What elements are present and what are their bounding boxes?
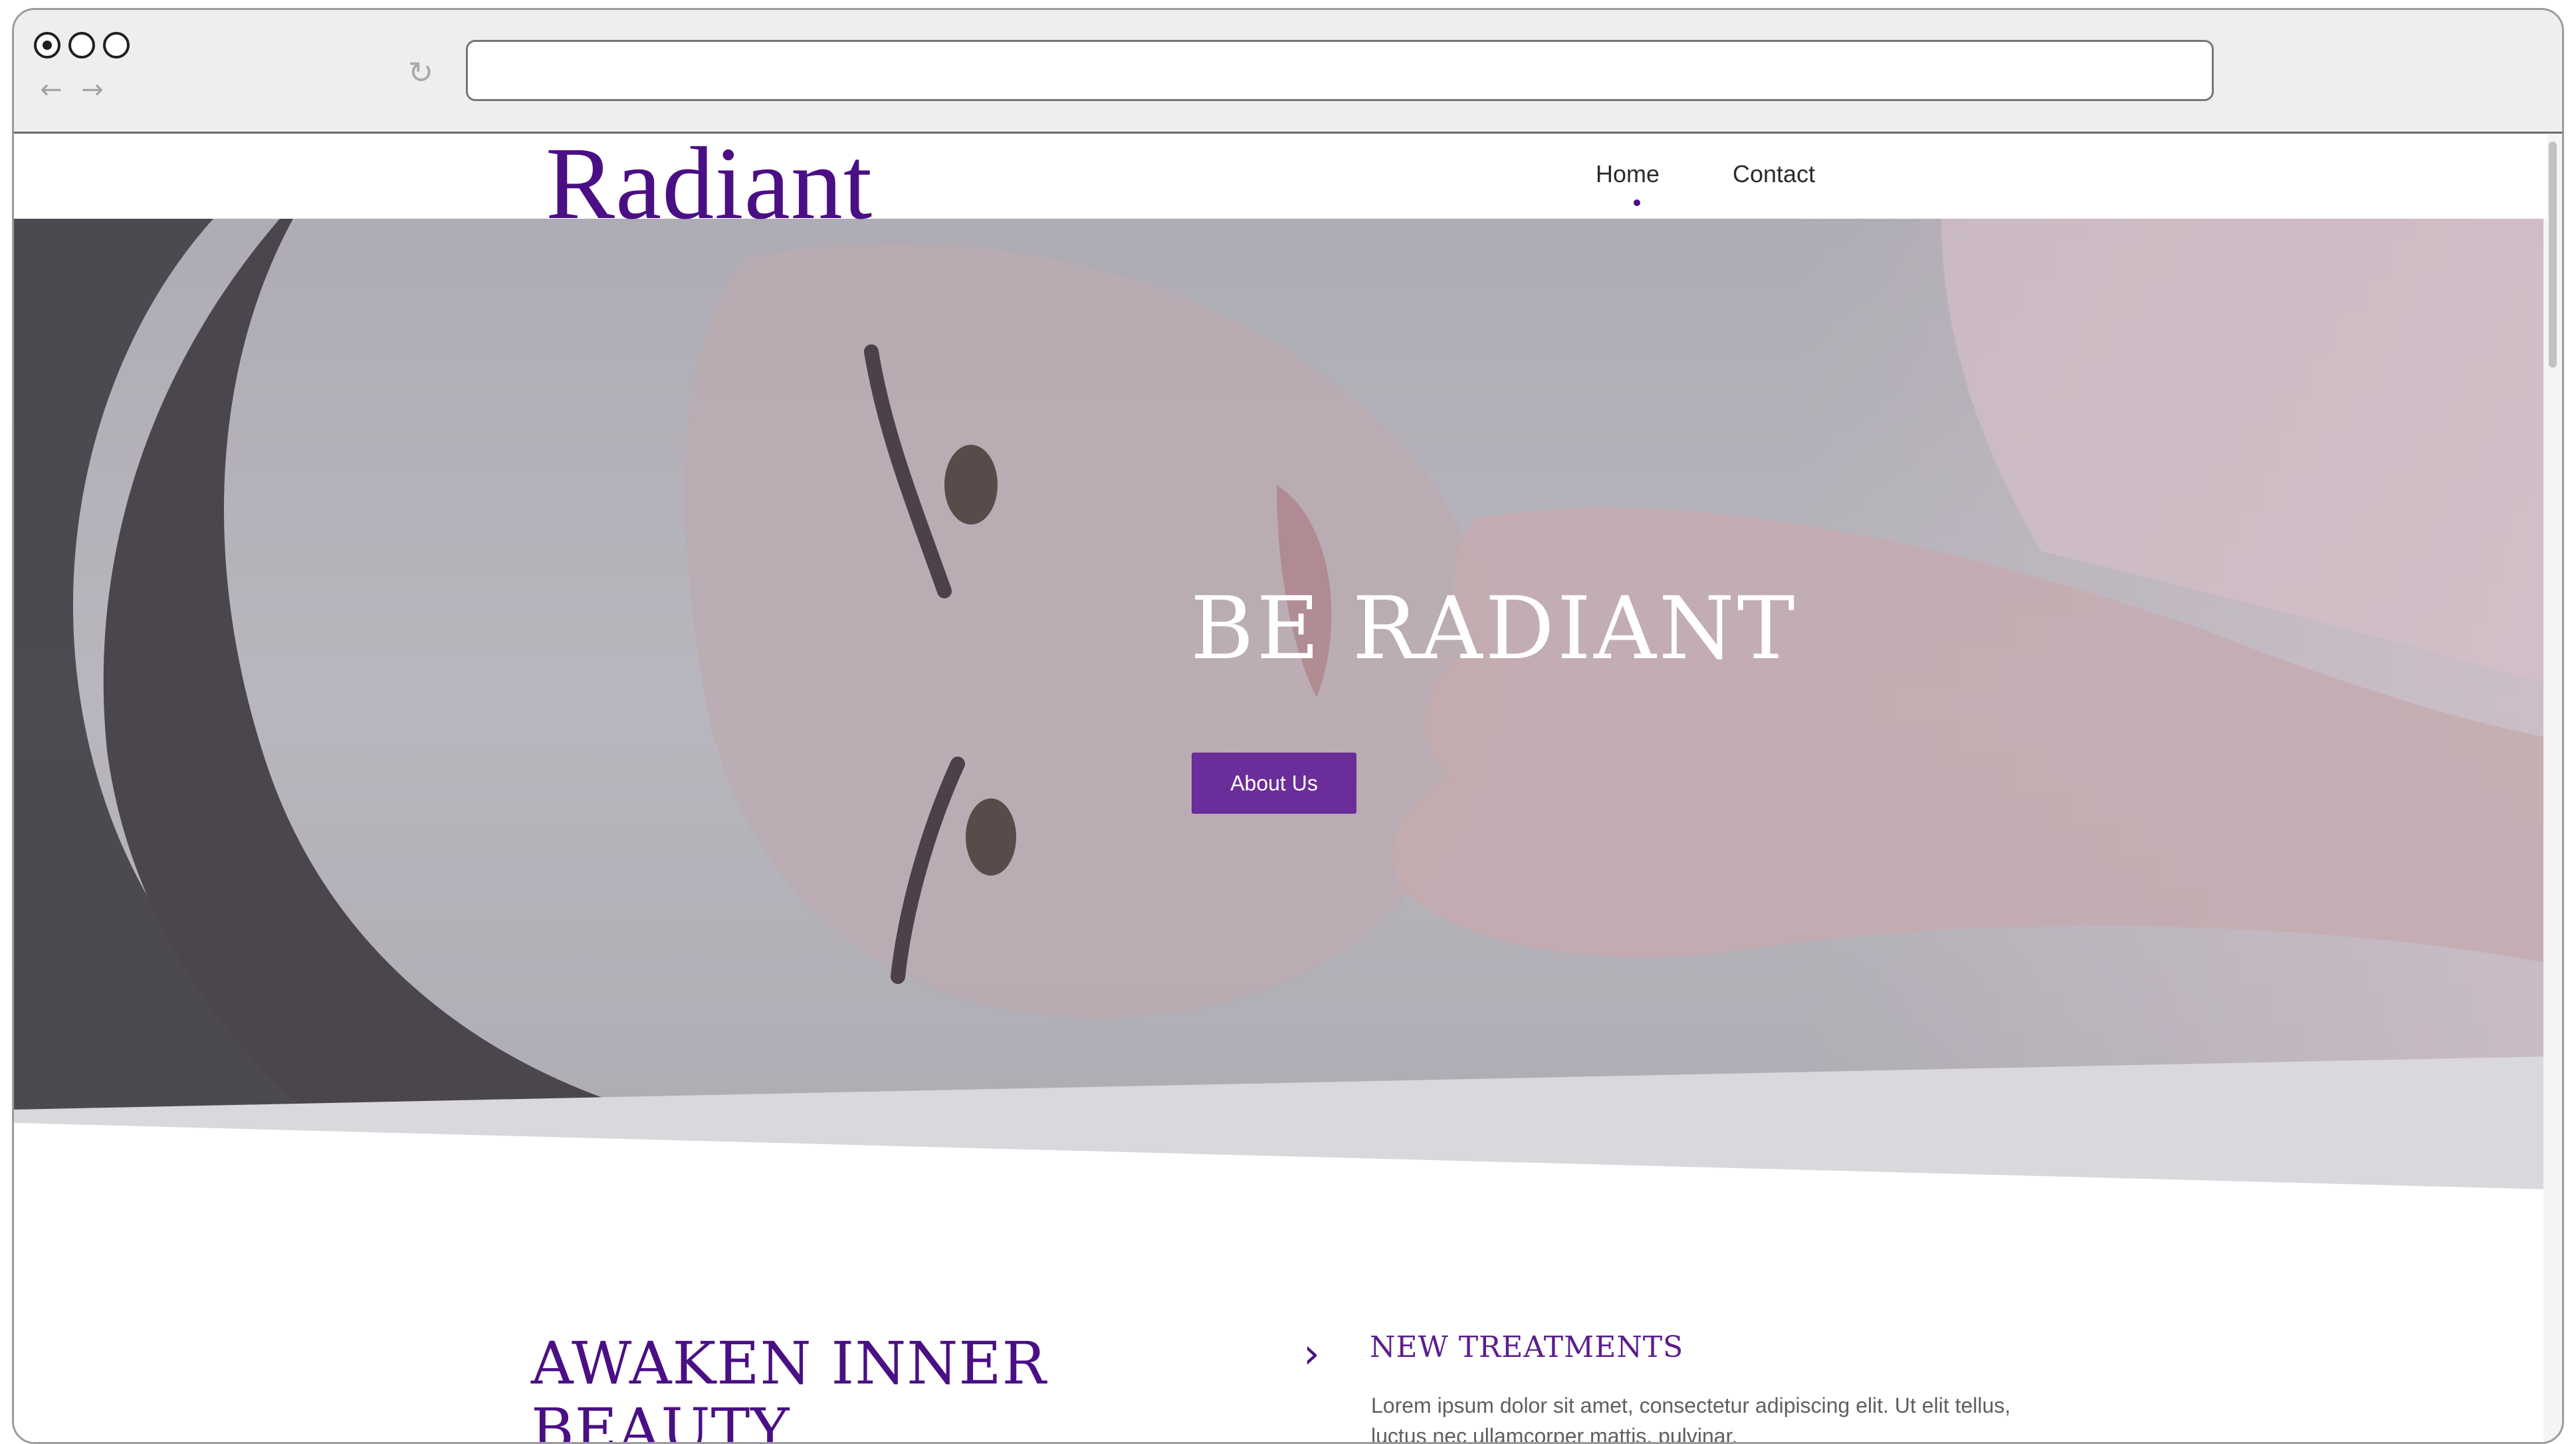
scrollbar[interactable] [2543,134,2562,1442]
close-window-button[interactable] [34,32,60,59]
maximize-window-button[interactable] [103,32,130,59]
hero-section: BE RADIANT About Us [14,219,2547,1189]
browser-window: ← → ↻ Radiant Home Contact BE RADIANT Ab… [12,8,2564,1444]
new-treatments-text: Lorem ipsum dolor sit amet, consectetur … [1371,1393,2011,1444]
section-heading-line2: BEAUTY [531,1395,790,1444]
nav-item-contact[interactable]: Contact [1733,160,1815,188]
site-header: Radiant Home Contact [14,134,2547,240]
hero-background-image [14,219,2547,1189]
section-heading-line1: AWAKEN INNER [531,1329,1047,1397]
about-us-button[interactable]: About Us [1192,753,1356,814]
nav-active-indicator [1634,199,1640,206]
browser-toolbar: ← → ↻ [14,10,2562,134]
hero-title: BE RADIANT [1190,578,1798,679]
arrow-left-icon[interactable]: ← [37,76,66,103]
page-viewport: Radiant Home Contact BE RADIANT About Us… [14,134,2547,1444]
minimize-window-button[interactable] [68,32,95,59]
chevron-right-icon[interactable]: › [1303,1333,1326,1374]
new-treatments-heading: NEW TREATMENTS [1370,1330,1684,1364]
reload-icon[interactable]: ↻ [403,55,438,90]
scrollbar-thumb[interactable] [2549,142,2557,368]
arrow-right-icon[interactable]: → [78,76,107,103]
address-bar[interactable] [466,40,2214,101]
nav-item-home[interactable]: Home [1596,160,1660,188]
section-heading: AWAKEN INNER BEAUTY [531,1329,1047,1444]
site-logo[interactable]: Radiant [546,134,873,240]
